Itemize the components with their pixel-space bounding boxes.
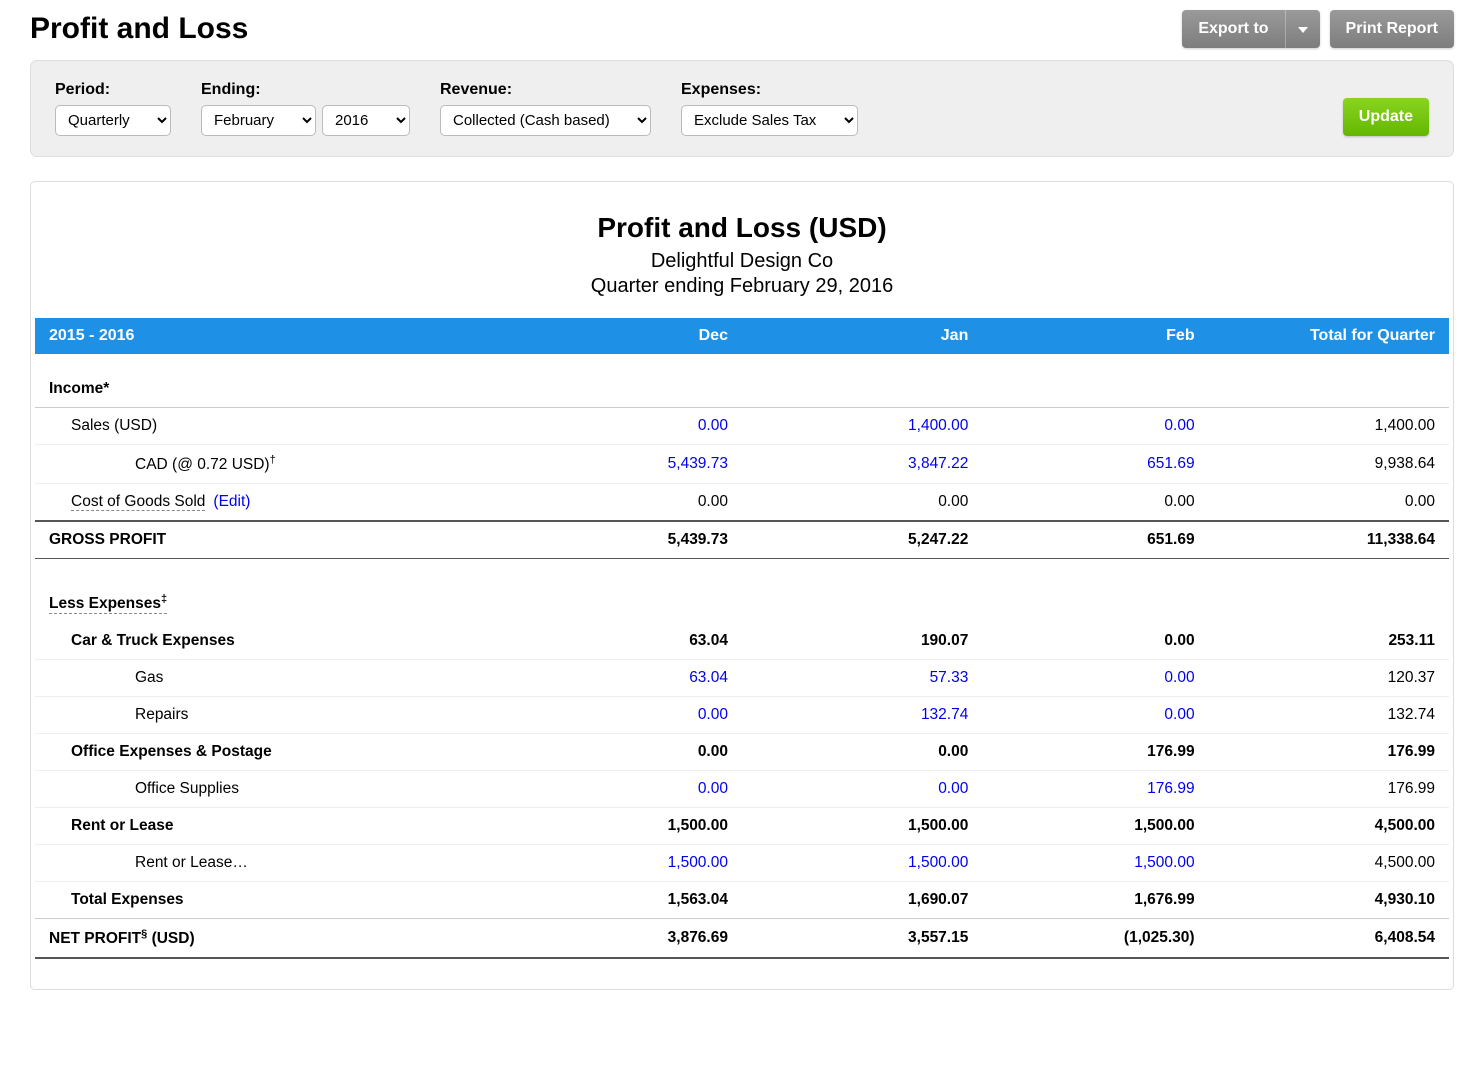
period-description: Quarter ending February 29, 2016 — [31, 275, 1453, 298]
pl-table: 2015 - 2016 Dec Jan Feb Total for Quarte… — [35, 318, 1449, 959]
expenses-select[interactable]: Exclude Sales Tax — [681, 105, 858, 136]
period-select[interactable]: Quarterly — [55, 105, 171, 136]
cogs-feb: 0.00 — [982, 484, 1208, 522]
cogs-edit-link[interactable]: (Edit) — [213, 493, 250, 510]
sales-cad-feb[interactable]: 651.69 — [982, 445, 1208, 484]
repairs-label: Repairs — [35, 697, 516, 734]
row-car-truck: Car & Truck Expenses 63.04 190.07 0.00 2… — [35, 623, 1449, 660]
less-expenses-header: Less Expenses‡ — [35, 559, 1449, 624]
sales-usd-label: Sales (USD) — [35, 408, 516, 445]
gross-profit-dec: 5,439.73 — [516, 521, 742, 559]
export-button-label: Export to — [1182, 10, 1284, 48]
sales-usd-total: 1,400.00 — [1209, 408, 1449, 445]
row-office-supplies: Office Supplies 0.00 0.00 176.99 176.99 — [35, 771, 1449, 808]
sales-cad-total: 9,938.64 — [1209, 445, 1449, 484]
row-total-expenses: Total Expenses 1,563.04 1,690.07 1,676.9… — [35, 882, 1449, 919]
row-repairs: Repairs 0.00 132.74 0.00 132.74 — [35, 697, 1449, 734]
col-m2: Jan — [742, 318, 982, 354]
sales-usd-feb[interactable]: 0.00 — [982, 408, 1208, 445]
ending-month-select[interactable]: February — [201, 105, 316, 136]
gross-profit-jan: 5,247.22 — [742, 521, 982, 559]
revenue-select[interactable]: Collected (Cash based) — [440, 105, 651, 136]
filters-bar: Period: Quarterly Ending: February 2016 … — [30, 60, 1454, 157]
sales-usd-jan[interactable]: 1,400.00 — [742, 408, 982, 445]
col-m3: Feb — [982, 318, 1208, 354]
income-header: Income* — [35, 354, 1449, 408]
gross-profit-total: 11,338.64 — [1209, 521, 1449, 559]
sales-cad-label: CAD (@ 0.72 USD)† — [35, 445, 516, 484]
update-button[interactable]: Update — [1343, 98, 1429, 136]
car-truck-label: Car & Truck Expenses — [35, 623, 516, 660]
report-panel: Profit and Loss (USD) Delightful Design … — [30, 181, 1454, 990]
office-supplies-label: Office Supplies — [35, 771, 516, 808]
gross-profit-feb: 651.69 — [982, 521, 1208, 559]
sales-usd-dec[interactable]: 0.00 — [516, 408, 742, 445]
report-title: Profit and Loss (USD) — [31, 212, 1453, 244]
row-rent: Rent or Lease 1,500.00 1,500.00 1,500.00… — [35, 808, 1449, 845]
ending-label: Ending: — [201, 81, 410, 99]
export-dropdown-toggle[interactable] — [1285, 10, 1320, 48]
cogs-dec: 0.00 — [516, 484, 742, 522]
cogs-total: 0.00 — [1209, 484, 1449, 522]
ending-year-select[interactable]: 2016 — [322, 105, 410, 136]
sales-cad-dec[interactable]: 5,439.73 — [516, 445, 742, 484]
col-total: Total for Quarter — [1209, 318, 1449, 354]
row-rent-sub: Rent or Lease… 1,500.00 1,500.00 1,500.0… — [35, 845, 1449, 882]
page-title: Profit and Loss — [30, 12, 248, 46]
expenses-label: Expenses: — [681, 81, 858, 99]
row-office: Office Expenses & Postage 0.00 0.00 176.… — [35, 734, 1449, 771]
rent-sub-label: Rent or Lease… — [35, 845, 516, 882]
row-cogs: Cost of Goods Sold(Edit) 0.00 0.00 0.00 … — [35, 484, 1449, 522]
col-range: 2015 - 2016 — [35, 318, 516, 354]
chevron-down-icon — [1298, 27, 1308, 33]
cogs-jan: 0.00 — [742, 484, 982, 522]
net-profit-label: NET PROFIT§ (USD) — [35, 919, 516, 959]
row-net-profit: NET PROFIT§ (USD) 3,876.69 3,557.15 (1,0… — [35, 919, 1449, 959]
gross-profit-label: GROSS PROFIT — [35, 521, 516, 559]
export-button[interactable]: Export to — [1182, 10, 1319, 48]
print-report-button[interactable]: Print Report — [1330, 10, 1454, 48]
total-expenses-label: Total Expenses — [35, 882, 516, 919]
period-label: Period: — [55, 81, 171, 99]
row-sales-cad: CAD (@ 0.72 USD)† 5,439.73 3,847.22 651.… — [35, 445, 1449, 484]
rent-label: Rent or Lease — [35, 808, 516, 845]
cogs-label: Cost of Goods Sold(Edit) — [35, 484, 516, 522]
col-m1: Dec — [516, 318, 742, 354]
row-gross-profit: GROSS PROFIT 5,439.73 5,247.22 651.69 11… — [35, 521, 1449, 559]
revenue-label: Revenue: — [440, 81, 651, 99]
row-gas: Gas 63.04 57.33 0.00 120.37 — [35, 660, 1449, 697]
sales-cad-jan[interactable]: 3,847.22 — [742, 445, 982, 484]
row-sales-usd: Sales (USD) 0.00 1,400.00 0.00 1,400.00 — [35, 408, 1449, 445]
office-label: Office Expenses & Postage — [35, 734, 516, 771]
company-name: Delightful Design Co — [31, 250, 1453, 273]
gas-label: Gas — [35, 660, 516, 697]
